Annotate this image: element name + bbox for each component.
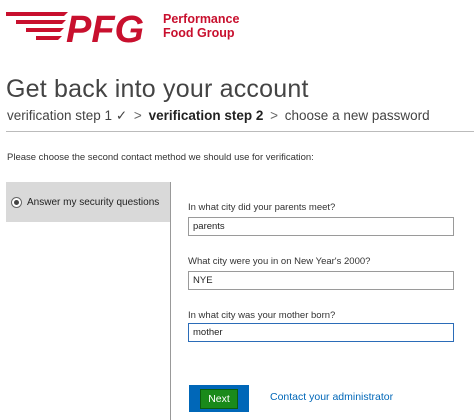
step-separator: > [133, 108, 142, 123]
answer-1-input[interactable] [188, 217, 454, 236]
step-3-label: choose a new password [284, 108, 430, 123]
divider [6, 131, 474, 132]
instruction-text: Please choose the second contact method … [7, 152, 314, 163]
logo-line-2: Food Group [163, 26, 235, 40]
method-security-questions[interactable]: Answer my security questions [6, 182, 170, 222]
logo-line-1: Performance [163, 12, 240, 26]
answer-3-input[interactable] [188, 323, 454, 342]
pfg-logo-mark-icon: PFG [6, 9, 144, 48]
step-breadcrumb: verification step 1 ✓ > verification ste… [7, 108, 430, 124]
radio-selected-icon[interactable] [11, 196, 22, 208]
pfg-logo: PFG Performance Food Group [6, 4, 246, 48]
contact-administrator-link[interactable]: Contact your administrator [270, 391, 393, 403]
next-button[interactable]: Next [189, 385, 249, 412]
next-button-label: Next [200, 388, 238, 409]
step-1-check-icon: ✓ [115, 108, 128, 123]
contact-method-list: Answer my security questions [6, 182, 171, 420]
method-label: Answer my security questions [27, 196, 160, 208]
svg-text:PFG: PFG [66, 9, 144, 48]
step-2-label: verification step 2 [148, 108, 264, 123]
question-3-label: In what city was your mother born? [188, 310, 336, 321]
step-separator: > [270, 108, 279, 123]
question-2-label: What city were you in on New Year's 2000… [188, 256, 371, 267]
answer-2-input[interactable] [188, 271, 454, 290]
page-title: Get back into your account [6, 74, 309, 103]
step-1-label: verification step 1 [7, 108, 113, 123]
logo-company-name: Performance Food Group [163, 12, 239, 40]
question-1-label: In what city did your parents meet? [188, 202, 336, 213]
